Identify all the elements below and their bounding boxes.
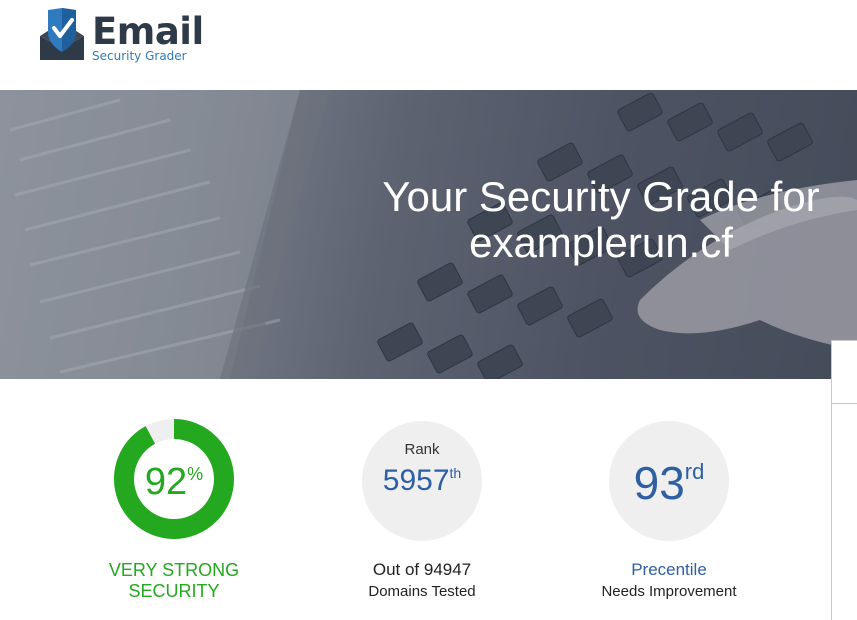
hero-banner: Your Security Grade for examplerun.cf (0, 90, 857, 379)
percentile-stat: 93rd Precentile Needs Improvement (569, 419, 769, 609)
rank-suffix: th (449, 465, 462, 481)
site-header: Email Security Grader (0, 0, 857, 90)
rank-caption-total: Out of 94947 (372, 560, 472, 579)
logo-wordmark: Email (92, 10, 204, 53)
grade-stat: 92% VERY STRONG SECURITY (74, 419, 274, 609)
percentile-label: Precentile (631, 560, 707, 579)
rank-stat: Rank 5957th Out of 94947 Domains Tested (322, 419, 522, 609)
rank-caption-domains: Domains Tested (368, 583, 476, 600)
logo-tagline: Security Grader (92, 49, 187, 63)
hero-domain: examplerun.cf (469, 219, 733, 266)
percentile-value: 93rd (633, 457, 705, 509)
email-security-grader-logo[interactable]: Email Security Grader (36, 8, 206, 66)
percentile-status: Needs Improvement (601, 583, 737, 600)
hero-title: Your Security Grade for examplerun.cf (351, 174, 851, 266)
grade-label: VERY STRONG SECURITY (108, 560, 240, 601)
grade-suffix: % (187, 464, 204, 484)
stats-section: 92% VERY STRONG SECURITY Rank 5957th Out… (0, 379, 857, 607)
side-panel-divider (832, 403, 857, 404)
rank-value: 5957th (382, 464, 462, 497)
side-panel-edge[interactable] (831, 340, 857, 620)
grade-value: 92% (144, 461, 204, 503)
percentile-suffix: rd (684, 459, 705, 484)
shield-envelope-icon (40, 8, 84, 60)
rank-label: Rank (404, 441, 440, 458)
hero-title-line1: Your Security Grade for (382, 173, 820, 220)
